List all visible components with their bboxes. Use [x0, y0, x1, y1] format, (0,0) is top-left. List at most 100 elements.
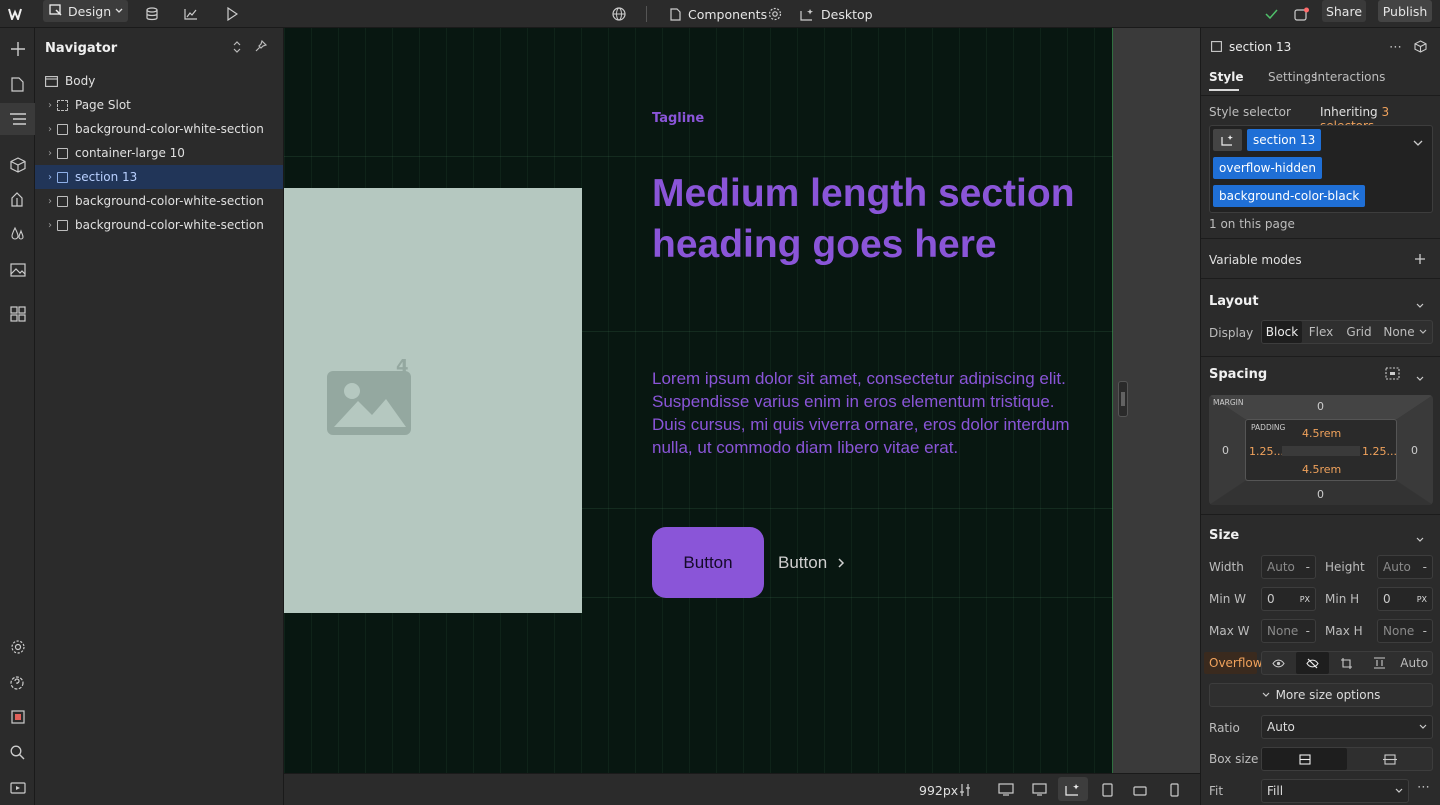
add-elements-icon[interactable] [0, 33, 35, 65]
variables-drops-icon[interactable] [0, 218, 35, 250]
chevron-down-icon[interactable] [1416, 298, 1424, 312]
zoom-adjust-icon[interactable] [959, 783, 971, 800]
max-width-input[interactable]: None - [1261, 619, 1316, 643]
preview-play-icon[interactable] [226, 0, 238, 28]
tab-interactions[interactable]: Interactions [1314, 70, 1385, 84]
ratio-select[interactable]: Auto [1261, 715, 1433, 739]
overflow-auto-option[interactable]: Auto [1396, 652, 1432, 674]
selector-chip[interactable]: section 13 [1247, 129, 1322, 151]
components-cube-icon[interactable] [0, 149, 35, 181]
publish-button[interactable]: Publish [1378, 0, 1432, 22]
chevron-right-icon[interactable]: › [43, 220, 57, 231]
size-section-title[interactable]: Size [1209, 528, 1239, 543]
globe-icon[interactable] [612, 0, 626, 28]
site-settings-gear-icon[interactable] [0, 631, 35, 663]
chevron-right-icon[interactable]: › [43, 100, 57, 111]
margin-bottom-value[interactable]: 0 [1317, 488, 1324, 501]
tree-item-body[interactable]: Body [35, 69, 283, 93]
more-size-options-button[interactable]: More size options [1209, 683, 1433, 707]
chevron-down-icon[interactable] [1416, 371, 1424, 385]
selector-field[interactable]: section 13 overflow-hidden background-co… [1209, 125, 1433, 213]
margin-top-value[interactable]: 0 [1317, 400, 1324, 413]
tree-item-section[interactable]: › background-color-white-section [35, 189, 283, 213]
unit-px[interactable]: PX [1417, 595, 1427, 604]
notifications-icon[interactable] [1294, 0, 1310, 28]
display-block-option[interactable]: Block [1262, 321, 1302, 343]
chevron-right-icon[interactable]: › [43, 196, 57, 207]
tab-style[interactable]: Style [1209, 70, 1243, 84]
margin-right-value[interactable]: 0 [1411, 444, 1418, 457]
padding-bottom-value[interactable]: 4.5rem [1302, 463, 1341, 476]
breakpoint-large-icon[interactable] [998, 783, 1014, 799]
assets-image-icon[interactable] [0, 254, 35, 286]
selector-chip[interactable]: background-color-black [1213, 185, 1366, 207]
more-options-icon[interactable]: ⋯ [1389, 40, 1403, 55]
max-height-input[interactable]: None - [1377, 619, 1433, 643]
border-box-icon[interactable] [1262, 748, 1347, 770]
overflow-hidden-eye-off-icon[interactable] [1295, 652, 1330, 674]
components-button[interactable]: Components [670, 0, 767, 28]
pin-icon[interactable] [255, 39, 268, 55]
help-icon[interactable] [0, 666, 35, 698]
settings-gear-icon[interactable] [768, 0, 782, 28]
fit-select[interactable]: Fill [1261, 779, 1409, 803]
checkmark-icon[interactable] [1265, 0, 1278, 28]
min-width-input[interactable]: 0 PX [1261, 587, 1316, 611]
tree-item-section[interactable]: › background-color-white-section [35, 117, 283, 141]
breakpoint-landscape-icon[interactable] [1133, 785, 1147, 799]
tree-item-page-slot[interactable]: › Page Slot [35, 93, 283, 117]
unit-px[interactable]: PX [1300, 595, 1310, 604]
overflow-scroll-icon[interactable] [1329, 652, 1363, 674]
height-input[interactable]: Auto - [1377, 555, 1433, 579]
padding-left-value[interactable]: 1.25... [1249, 445, 1284, 458]
padding-right-value[interactable]: 1.25... [1362, 445, 1397, 458]
section-paragraph[interactable]: Lorem ipsum dolor sit amet, consectetur … [652, 367, 1077, 459]
pages-icon[interactable] [0, 68, 35, 100]
margin-left-value[interactable]: 0 [1222, 444, 1229, 457]
record-stop-icon[interactable] [0, 701, 35, 733]
expand-collapse-icon[interactable] [232, 41, 242, 56]
width-input[interactable]: Auto - [1261, 555, 1316, 579]
image-placeholder[interactable]: 4 [284, 188, 582, 613]
component-cube-icon[interactable] [1414, 40, 1427, 56]
navigator-icon[interactable] [0, 103, 35, 135]
min-height-input[interactable]: 0 PX [1377, 587, 1433, 611]
chevron-right-icon[interactable]: › [43, 124, 57, 135]
display-none-option[interactable]: None [1378, 321, 1432, 343]
style-manager-icon[interactable] [0, 184, 35, 216]
chevron-right-icon[interactable]: › [43, 148, 57, 159]
overflow-clip-icon[interactable] [1363, 652, 1397, 674]
breakpoint-tablet-icon[interactable] [1102, 783, 1113, 800]
add-icon[interactable] [1414, 253, 1426, 268]
padding-top-value[interactable]: 4.5rem [1302, 427, 1341, 440]
analytics-icon[interactable] [184, 0, 198, 28]
display-flex-option[interactable]: Flex [1302, 321, 1340, 343]
state-selector-icon[interactable] [1213, 129, 1242, 151]
chevron-right-icon[interactable]: › [43, 172, 57, 183]
breakpoint-desktop-active-icon[interactable] [1058, 777, 1088, 801]
breakpoint-medium-icon[interactable] [1032, 783, 1047, 799]
canvas-resize-handle[interactable] [1118, 381, 1128, 417]
tree-item-section-selected[interactable]: › section 13 [35, 165, 283, 189]
display-grid-option[interactable]: Grid [1340, 321, 1378, 343]
design-mode-button[interactable]: Design [43, 0, 128, 22]
tree-item-section[interactable]: › background-color-white-section [35, 213, 283, 237]
spacing-section-title[interactable]: Spacing [1209, 367, 1267, 382]
primary-button[interactable]: Button [652, 527, 764, 598]
section-heading[interactable]: Medium length section heading goes here [652, 168, 1092, 270]
tree-item-section[interactable]: › container-large 10 [35, 141, 283, 165]
link-button[interactable]: Button [778, 527, 845, 598]
video-tutorials-icon[interactable] [0, 771, 35, 803]
breakpoint-phone-icon[interactable] [1170, 783, 1179, 800]
share-button[interactable]: Share [1322, 0, 1366, 22]
fit-more-options-icon[interactable]: ⋯ [1417, 780, 1430, 795]
layout-section-title[interactable]: Layout [1209, 294, 1259, 309]
tab-settings[interactable]: Settings [1268, 70, 1317, 84]
page-frame[interactable]: 4 Tagline Medium length section heading … [284, 28, 1113, 773]
apps-icon[interactable] [0, 298, 35, 330]
search-icon[interactable] [0, 736, 35, 768]
canvas-width-readout[interactable]: 992px [919, 783, 958, 798]
overflow-visible-eye-icon[interactable] [1262, 652, 1296, 674]
spacing-mode-icon[interactable] [1385, 367, 1400, 383]
breakpoint-desktop-button[interactable]: Desktop [800, 0, 873, 28]
